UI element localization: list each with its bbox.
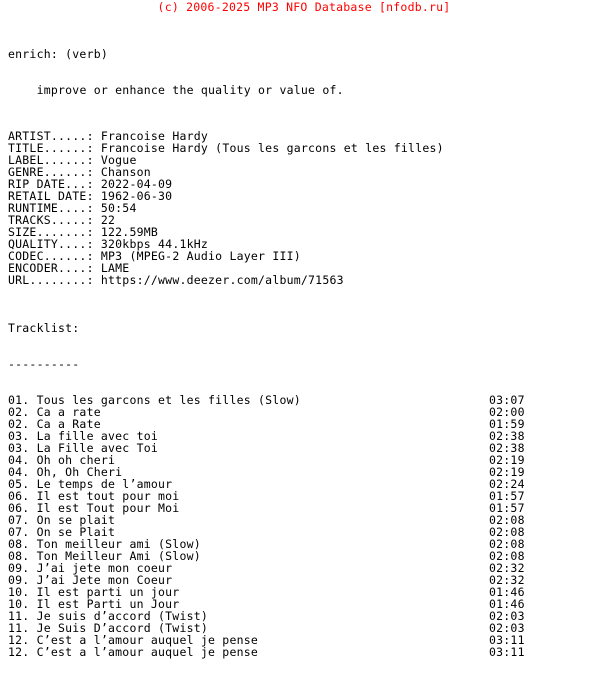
track-duration: 03:11 [489,645,525,659]
track-duration: 01:46 [489,597,525,611]
metadata-row: URL........: https://www.deezer.com/albu… [8,274,608,286]
tracklist-heading: Tracklist: [8,321,80,335]
track-duration: 02:03 [489,609,525,623]
track-duration: 02:32 [489,561,525,575]
copyright-header: (c) 2006-2025 MP3 NFO Database [nfodb.ru… [157,0,451,14]
metadata-label: URL........: [8,273,94,287]
metadata-block: ARTIST.....: Francoise Hardy TITLE......:… [0,130,608,286]
metadata-spacer [0,286,608,298]
track-row: 12. C’est a l’amour auquel je pense 03:11 [8,646,608,658]
track-duration: 02:03 [489,621,525,635]
definition-meaning-text: improve or enhance the quality or value … [36,83,344,97]
track-title: 12. C’est a l’amour auquel je pense [8,645,259,659]
definition-term: enrich: (verb) [8,47,109,61]
track-duration: 01:46 [489,585,525,599]
track-duration: 02:32 [489,573,525,587]
metadata-value: Francoise Hardy (Tous les garcons et les… [93,141,444,155]
tracklist-block: Tracklist: ---------- 01. Tous les garco… [0,298,608,682]
tracklist-rows: 01. Tous les garcons et les filles (Slow… [8,394,608,658]
track-duration: 03:11 [489,633,525,647]
nfo-document: (c) 2006-2025 MP3 NFO Database [nfodb.ru… [0,0,608,658]
tracklist-rule: ---------- [8,357,80,371]
header-spacer [0,13,608,24]
definition-meaning: improve or enhance the quality or value … [8,84,608,96]
definition-block: enrich: (verb) improve or enhance the qu… [0,24,608,120]
metadata-value: https://www.deezer.com/album/71563 [93,273,344,287]
